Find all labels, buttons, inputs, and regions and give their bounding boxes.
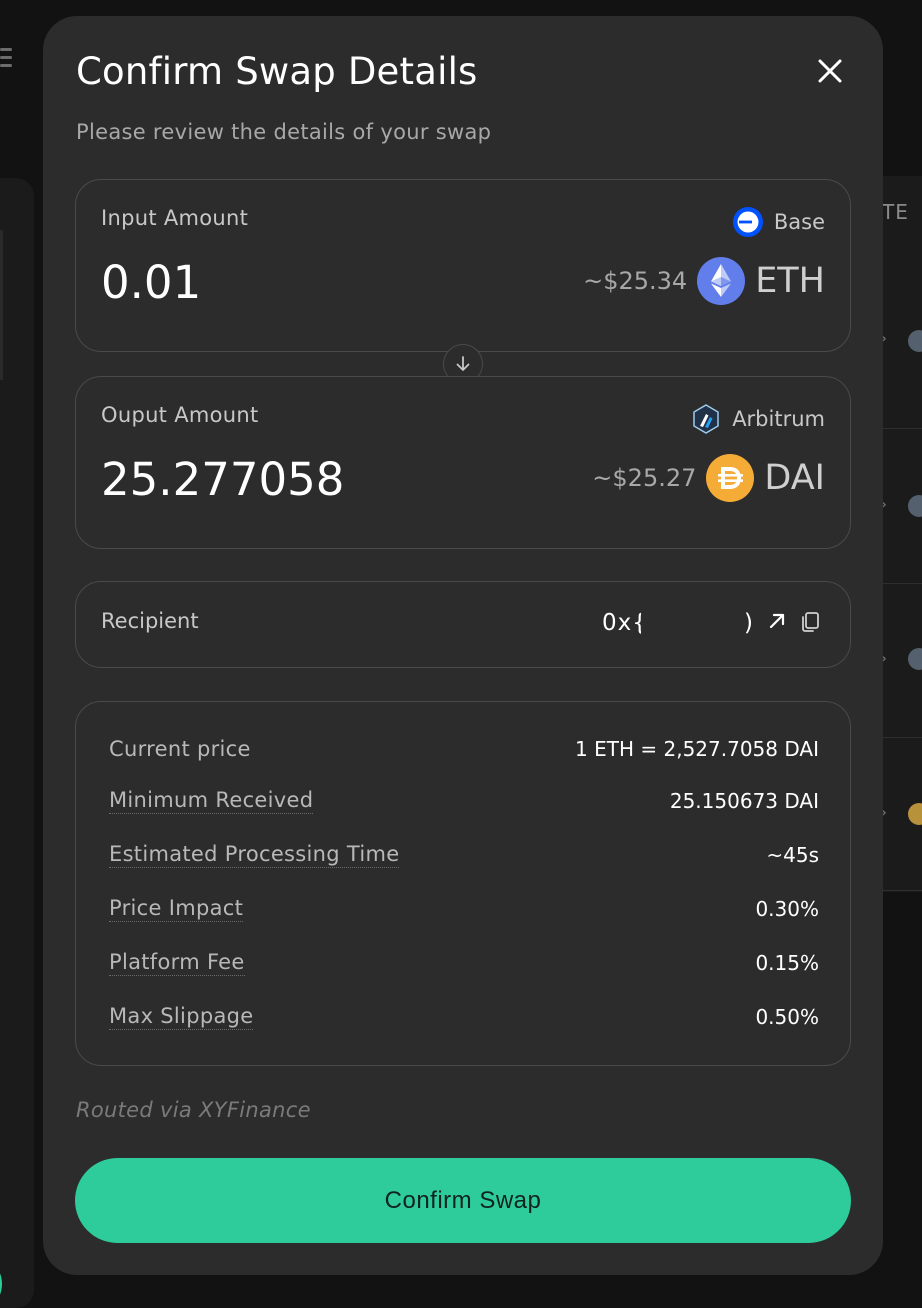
max-slippage-label[interactable]: Max Slippage: [109, 1004, 254, 1030]
detail-row-max-slippage: Max Slippage 0.50%: [109, 1002, 819, 1032]
eth-icon: [697, 257, 746, 305]
current-price-value: 1 ETH = 2,527.7058 DAI: [575, 737, 819, 761]
output-amount-value: 25.277058: [101, 453, 345, 506]
output-token-symbol: DAI: [764, 458, 825, 498]
routed-via-text: Routed via XYFinance: [76, 1098, 311, 1122]
recipient-card: Recipient 0x{ ): [75, 581, 851, 668]
arbitrum-network-icon: [693, 404, 719, 434]
input-network: Base: [732, 206, 825, 238]
input-amount-label: Input Amount: [101, 206, 249, 230]
max-slippage-value: 0.50%: [755, 1005, 819, 1029]
recipient-label: Recipient: [101, 609, 199, 633]
recipient-address-mask: [641, 604, 747, 644]
copy-address-button[interactable]: [798, 610, 822, 634]
output-network: Arbitrum: [690, 403, 825, 435]
external-link-icon: [769, 613, 785, 629]
price-impact-label[interactable]: Price Impact: [109, 896, 244, 922]
minimum-received-label[interactable]: Minimum Received: [109, 788, 314, 814]
confirm-swap-button[interactable]: Confirm Swap: [75, 1158, 851, 1243]
input-network-name: Base: [773, 210, 825, 234]
open-external-button[interactable]: [766, 610, 788, 632]
input-amount-card: Input Amount Base 0.01 ~$25.34 ETH: [75, 179, 851, 352]
modal-title: Confirm Swap Details: [76, 50, 478, 93]
detail-row-current-price: Current price 1 ETH = 2,527.7058 DAI: [109, 734, 819, 764]
swap-details-card: Current price 1 ETH = 2,527.7058 DAI Min…: [75, 701, 851, 1066]
arrow-down-icon: [456, 356, 470, 371]
menu-icon[interactable]: [0, 48, 14, 78]
detail-row-minimum-received: Minimum Received 25.150673 DAI: [109, 786, 819, 816]
output-amount-label: Ouput Amount: [101, 403, 259, 427]
input-usd-value: ~$25.34: [583, 267, 688, 295]
detail-row-platform-fee: Platform Fee 0.15%: [109, 948, 819, 978]
processing-time-label[interactable]: Estimated Processing Time: [109, 842, 400, 868]
processing-time-value: ~45s: [766, 843, 819, 867]
input-amount-value: 0.01: [101, 256, 202, 309]
platform-fee-value: 0.15%: [755, 951, 819, 975]
recipient-address-end: ): [744, 610, 753, 636]
current-price-label: Current price: [109, 737, 251, 761]
confirm-swap-label: Confirm Swap: [384, 1186, 542, 1214]
close-button[interactable]: [811, 52, 849, 90]
background-panel: [0, 178, 34, 1308]
output-amount-card: Ouput Amount Arbitrum 25.277058 ~$25.27 …: [75, 376, 851, 549]
dai-icon: [706, 454, 755, 502]
input-token-symbol: ETH: [755, 261, 825, 301]
background-divider: [0, 230, 3, 380]
detail-row-price-impact: Price Impact 0.30%: [109, 894, 819, 924]
minimum-received-value: 25.150673 DAI: [669, 789, 819, 813]
close-icon: [818, 59, 842, 83]
detail-row-processing-time: Estimated Processing Time ~45s: [109, 840, 819, 870]
base-network-icon: [732, 207, 763, 237]
confirm-swap-modal: Confirm Swap Details Please review the d…: [43, 16, 883, 1275]
price-impact-value: 0.30%: [755, 897, 819, 921]
output-usd-value: ~$25.27: [592, 464, 697, 492]
output-network-name: Arbitrum: [732, 407, 825, 431]
modal-subtitle: Please review the details of your swap: [76, 120, 492, 144]
platform-fee-label[interactable]: Platform Fee: [109, 950, 245, 976]
background-header-text: TE: [882, 200, 909, 224]
copy-icon: [802, 612, 819, 632]
input-token: ~$25.34 ETH: [583, 256, 825, 306]
output-token: ~$25.27 DAI: [592, 453, 825, 503]
